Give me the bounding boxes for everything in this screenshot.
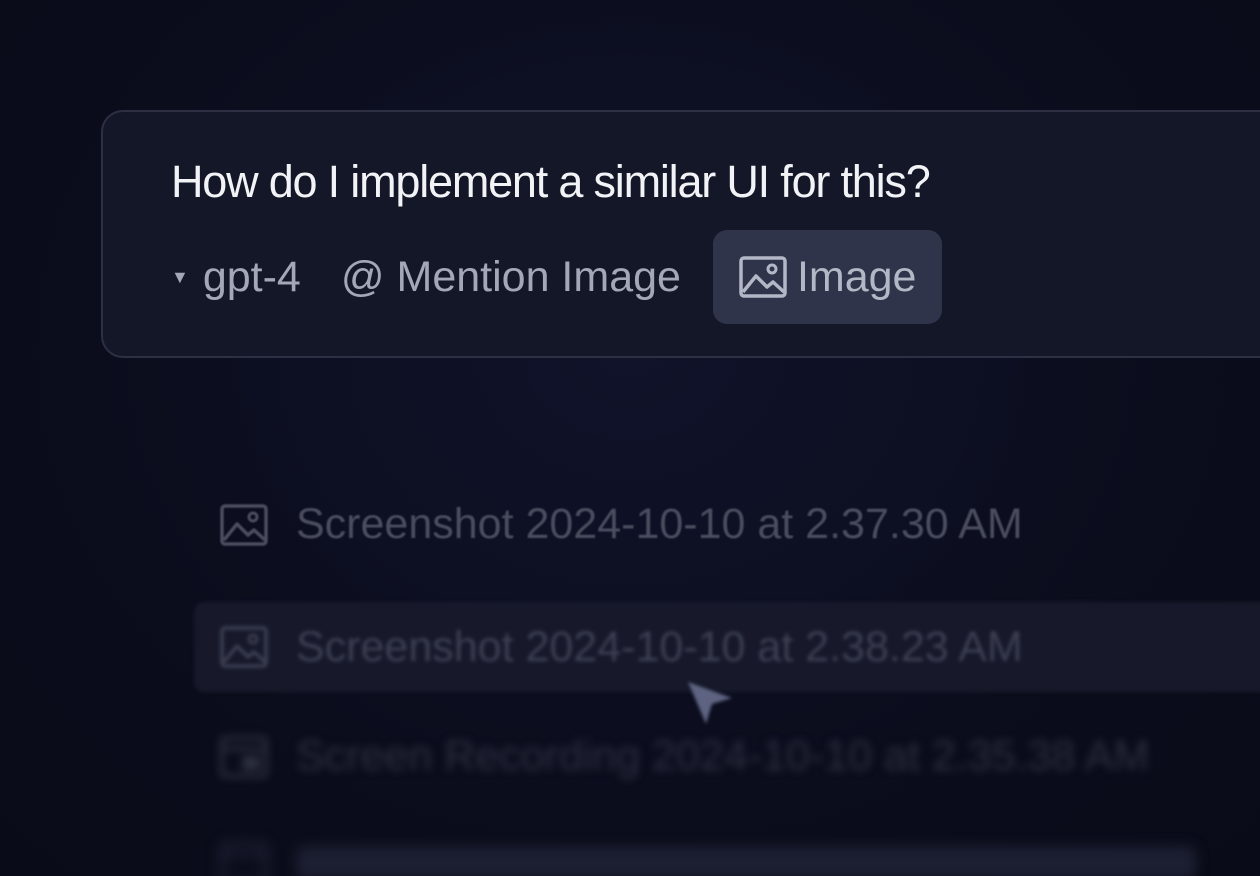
file-name: Screenshot 2024-10-10 at 2.38.23 AM [296, 622, 1023, 671]
image-icon [739, 256, 797, 298]
file-name: Screen Recording 2024-10-10 at 2.35.38 A… [296, 732, 1150, 780]
file-name: Screenshot 2024-10-10 at 2.37.30 AM [296, 500, 1023, 548]
mention-image-button[interactable]: @ Mention Image [341, 253, 681, 302]
list-item[interactable]: Screenshot 2024-10-10 at 2.37.30 AM [220, 500, 1023, 549]
list-item[interactable]: Screen Recording 2024-10-10 at 2.35.38 A… [220, 732, 1149, 781]
file-name-placeholder [296, 846, 1196, 876]
at-icon: @ [340, 252, 385, 301]
image-button[interactable]: Image [712, 230, 943, 324]
model-selector[interactable]: ▼ gpt-4 [171, 253, 301, 302]
image-icon [220, 503, 268, 546]
video-icon [220, 735, 268, 778]
mention-label: Mention Image [396, 252, 681, 301]
chat-composer[interactable]: How do I implement a similar UI for this… [101, 110, 1260, 358]
image-button-label: Image [796, 252, 917, 301]
image-icon [220, 626, 268, 668]
video-icon [220, 842, 268, 876]
app-stage: How do I implement a similar UI for this… [0, 0, 1260, 876]
prompt-text[interactable]: How do I implement a similar UI for this… [171, 156, 931, 208]
triangle-down-icon: ▼ [171, 266, 189, 287]
model-name: gpt-4 [202, 252, 301, 301]
list-item[interactable] [220, 842, 1196, 876]
mouse-cursor-icon [684, 676, 736, 733]
composer-toolbar: ▼ gpt-4 @ Mention Image Image [171, 230, 943, 324]
